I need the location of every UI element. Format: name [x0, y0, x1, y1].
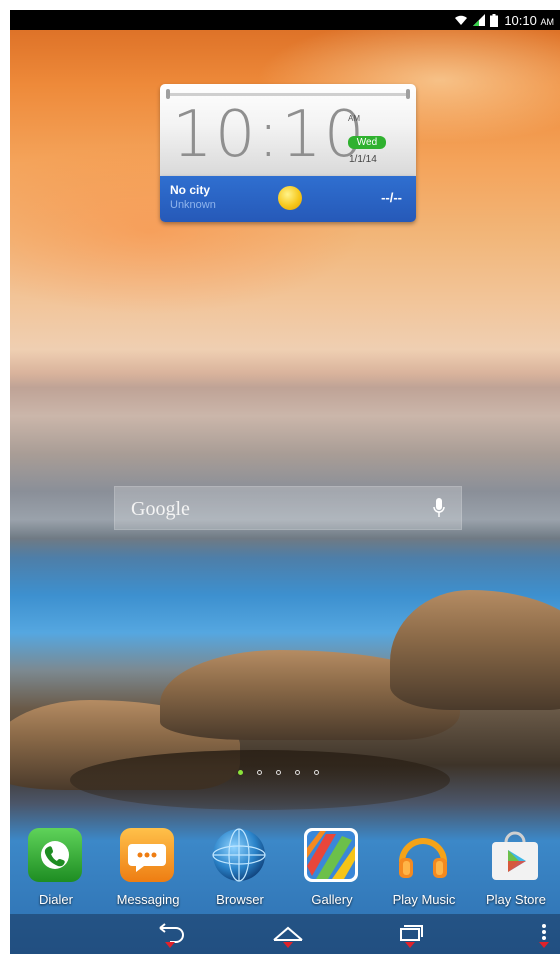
dock-label-messaging: Messaging — [116, 892, 180, 907]
chat-bubble-icon — [118, 826, 176, 884]
page-dot-3 — [276, 770, 281, 775]
weather-temperature: --/-- — [381, 190, 402, 205]
clock-rail-knob-right — [406, 89, 410, 99]
clock-rail-knob-left — [166, 89, 170, 99]
page-dot-4 — [295, 770, 300, 775]
clock-panel[interactable]: 10:10 AM Wed 1/1/14 — [160, 84, 416, 176]
dock-label-browser: Browser — [216, 892, 264, 907]
wallpaper-reflection — [70, 750, 450, 810]
dock-label-gallery: Gallery — [311, 892, 353, 907]
dock-label-play-store: Play Store — [486, 892, 546, 907]
dock-app-messaging[interactable]: Messaging — [102, 818, 194, 914]
status-time: 10:10 AM — [504, 13, 554, 28]
battery-icon — [490, 13, 499, 27]
status-time-ampm: AM — [540, 16, 555, 27]
dock-label-play-music: Play Music — [392, 892, 456, 907]
weather-panel[interactable]: No city Unknown --/-- — [160, 176, 416, 222]
page-dot-2 — [257, 770, 262, 775]
gallery-icon — [302, 826, 360, 884]
menu-icon[interactable] — [530, 920, 558, 950]
google-search-bar[interactable]: Google — [114, 486, 462, 530]
search-label: Google — [131, 498, 190, 520]
page-dot-5 — [314, 770, 319, 775]
status-icons: 10:10 AM — [454, 12, 554, 28]
globe-icon — [210, 826, 268, 884]
app-dock: Dialer Messaging Browser Gallery Play Mu… — [10, 818, 560, 914]
headphones-icon — [394, 826, 452, 884]
back-icon[interactable] — [150, 920, 190, 950]
wifi-icon — [454, 14, 468, 26]
dock-app-gallery[interactable]: Gallery — [286, 818, 378, 914]
home-icon[interactable] — [268, 920, 308, 950]
weather-city: No city — [170, 183, 211, 197]
dock-app-dialer[interactable]: Dialer — [10, 818, 102, 914]
phone-icon — [26, 826, 84, 884]
recent-apps-icon[interactable] — [390, 920, 430, 950]
dock-app-browser[interactable]: Browser — [194, 818, 286, 914]
page-dot-1 — [238, 770, 243, 775]
shopping-bag-icon — [486, 826, 544, 884]
weather-condition: Unknown — [170, 199, 216, 211]
clock-weather-widget[interactable]: 10:10 AM Wed 1/1/14 No city Unknown --/-… — [160, 84, 416, 222]
home-screen: 10:10 AM 10:10 AM Wed 1/1/14 No city Unk… — [10, 10, 560, 954]
status-time-value: 10:10 — [504, 12, 537, 28]
page-indicator — [238, 770, 319, 775]
clock-time: 10:10 — [172, 98, 367, 172]
sun-icon — [278, 186, 302, 210]
status-bar: 10:10 AM — [10, 10, 560, 30]
clock-rail — [166, 93, 410, 96]
mic-icon[interactable] — [433, 498, 445, 523]
clock-date: 1/1/14 — [349, 154, 377, 165]
clock-day-badge: Wed — [348, 136, 386, 149]
wallpaper-rock-right — [390, 590, 560, 710]
dock-label-dialer: Dialer — [39, 892, 73, 907]
cell-signal-icon — [472, 14, 486, 26]
dock-app-play-store[interactable]: Play Store — [470, 818, 560, 914]
navigation-bar — [10, 914, 560, 954]
dock-app-play-music[interactable]: Play Music — [378, 818, 470, 914]
clock-ampm: AM — [348, 114, 360, 123]
